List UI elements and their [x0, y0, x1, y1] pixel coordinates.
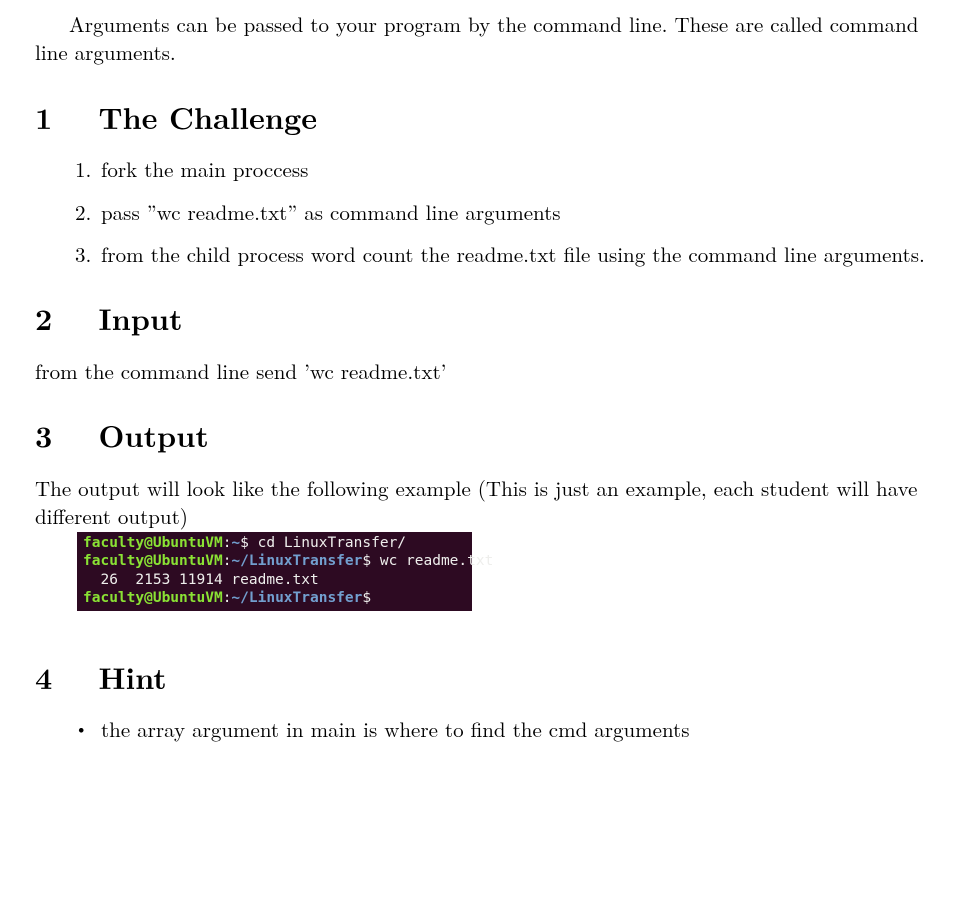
terminal-dollar: $: [362, 590, 371, 606]
section-number: 2: [35, 298, 87, 339]
list-text: the array argument in main is where to f…: [101, 714, 690, 744]
section-number: 4: [35, 657, 87, 698]
section-number: 1: [35, 97, 87, 138]
section-title: Hint: [99, 655, 167, 698]
list-text: pass ”wc readme.txt” as command line arg…: [101, 197, 561, 227]
challenge-list: 1. fork the main proccess 2. pass ”wc read…: [35, 155, 934, 268]
section-heading-input: 2 Input: [35, 298, 934, 339]
section-heading-hint: 4 Hint: [35, 657, 934, 698]
section-number: 3: [35, 415, 87, 456]
intro-paragraph: Arguments can be passed to your program …: [35, 10, 934, 67]
terminal-cmd: cd LinuxTransfer/: [258, 535, 406, 551]
terminal-path: ~/LinuxTransfer: [231, 590, 362, 606]
terminal-userhost: faculty@UbuntuVM: [83, 590, 223, 606]
list-item: 1. fork the main proccess: [75, 155, 934, 183]
list-item: 2. pass ”wc readme.txt” as command line a…: [75, 198, 934, 226]
list-text: from the child process word count the re…: [101, 239, 925, 269]
terminal-path: ~/LinuxTransfer: [231, 553, 362, 569]
terminal-dollar: $: [240, 535, 257, 551]
section-heading-output: 3 Output: [35, 415, 934, 456]
hint-list: • the array argument in main is where to …: [35, 715, 934, 743]
intro-text: Arguments can be passed to your program …: [35, 9, 918, 67]
list-text: fork the main proccess: [101, 154, 308, 184]
terminal-screenshot: faculty@UbuntuVM:~$ cd LinuxTransfer/ fa…: [77, 532, 472, 611]
output-text: The output will look like the following …: [35, 474, 934, 531]
section-title: Input: [99, 296, 183, 339]
list-marker: 2.: [75, 198, 91, 226]
terminal-dollar: $: [362, 553, 379, 569]
terminal-userhost: faculty@UbuntuVM: [83, 535, 223, 551]
list-item: 3. from the child process word count the …: [75, 240, 934, 268]
section-title: Output: [99, 413, 209, 456]
input-text: from the command line send ’wc readme.tx…: [35, 357, 934, 385]
section-heading-challenge: 1 The Challenge: [35, 97, 934, 138]
terminal-cmd: wc readme.txt: [380, 553, 494, 569]
list-item: • the array argument in main is where to …: [75, 715, 934, 743]
bullet-icon: •: [75, 715, 87, 741]
list-marker: 3.: [75, 240, 91, 268]
terminal-userhost: faculty@UbuntuVM: [83, 553, 223, 569]
terminal-output-line: 26 2153 11914 readme.txt: [83, 572, 319, 588]
section-title: The Challenge: [99, 95, 318, 138]
terminal-path: ~: [231, 535, 240, 551]
list-marker: 1.: [75, 155, 91, 183]
